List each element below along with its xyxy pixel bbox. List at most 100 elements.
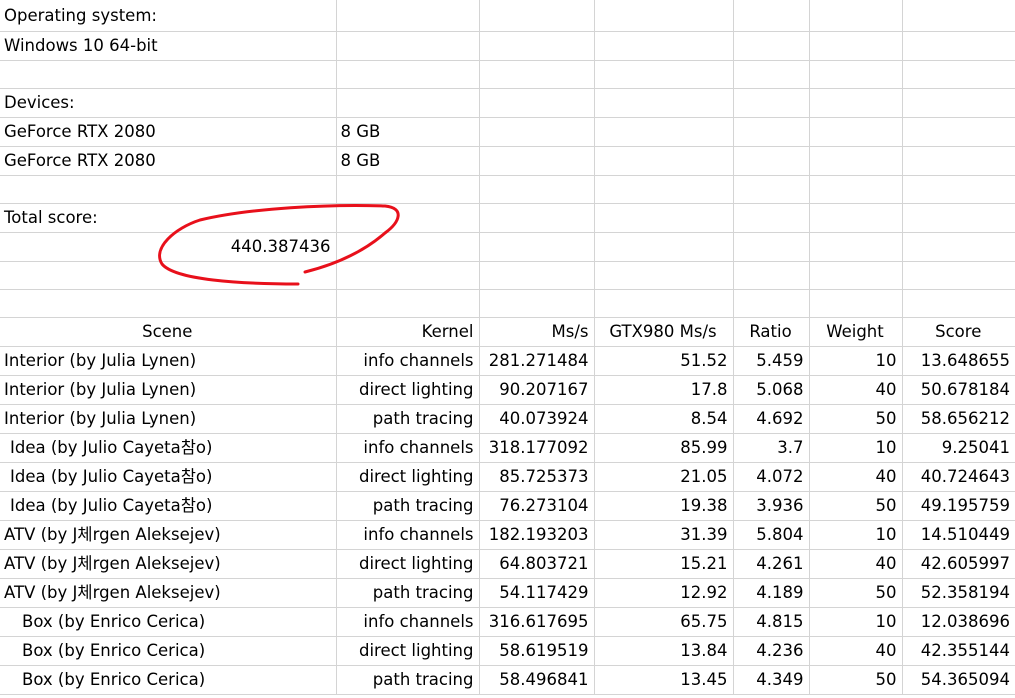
empty-cell[interactable] xyxy=(0,289,337,318)
empty-cell[interactable] xyxy=(594,203,734,233)
empty-cell[interactable] xyxy=(902,289,1015,318)
header-score[interactable]: Score xyxy=(902,317,1015,347)
empty-cell[interactable] xyxy=(0,175,337,204)
empty-cell[interactable] xyxy=(733,146,810,176)
empty-cell[interactable] xyxy=(336,31,480,61)
ms-cell[interactable]: 76.273104 xyxy=(479,491,595,521)
ratio-cell[interactable]: 4.692 xyxy=(733,404,810,434)
ratio-cell[interactable]: 4.189 xyxy=(733,578,810,608)
scene-cell[interactable]: ATV (by J체rgen Aleksejev) xyxy=(0,578,337,608)
score-cell[interactable]: 58.656212 xyxy=(902,404,1015,434)
kernel-cell[interactable]: path tracing xyxy=(336,491,480,521)
weight-cell[interactable]: 10 xyxy=(809,433,903,463)
kernel-cell[interactable]: direct lighting xyxy=(336,636,480,666)
empty-cell[interactable] xyxy=(733,203,810,233)
scene-cell[interactable]: Idea (by Julio Cayeta참o) xyxy=(0,433,337,463)
gtx980-cell[interactable]: 13.45 xyxy=(594,665,734,695)
scene-cell[interactable]: Box (by Enrico Cerica) xyxy=(0,665,337,695)
ms-cell[interactable]: 281.271484 xyxy=(479,346,595,376)
ms-cell[interactable]: 40.073924 xyxy=(479,404,595,434)
empty-cell[interactable] xyxy=(336,0,480,32)
ms-cell[interactable]: 318.177092 xyxy=(479,433,595,463)
empty-cell[interactable] xyxy=(809,289,903,318)
empty-cell[interactable] xyxy=(809,117,903,147)
empty-cell[interactable] xyxy=(733,0,810,32)
empty-cell[interactable] xyxy=(479,261,595,290)
empty-cell[interactable] xyxy=(902,232,1015,262)
empty-cell[interactable] xyxy=(336,232,480,262)
scene-cell[interactable]: Idea (by Julio Cayeta참o) xyxy=(0,491,337,521)
empty-cell[interactable] xyxy=(479,289,595,318)
score-cell[interactable]: 13.648655 xyxy=(902,346,1015,376)
ms-cell[interactable]: 58.496841 xyxy=(479,665,595,695)
empty-cell[interactable] xyxy=(902,88,1015,118)
ratio-cell[interactable]: 3.936 xyxy=(733,491,810,521)
empty-cell[interactable] xyxy=(733,175,810,204)
weight-cell[interactable]: 10 xyxy=(809,346,903,376)
weight-cell[interactable]: 10 xyxy=(809,520,903,550)
empty-cell[interactable] xyxy=(733,88,810,118)
header-scene[interactable]: Scene xyxy=(0,317,337,347)
header-weight[interactable]: Weight xyxy=(809,317,903,347)
kernel-cell[interactable]: path tracing xyxy=(336,404,480,434)
score-cell[interactable]: 50.678184 xyxy=(902,375,1015,405)
scene-cell[interactable]: Interior (by Julia Lynen) xyxy=(0,375,337,405)
empty-cell[interactable] xyxy=(594,289,734,318)
empty-cell[interactable] xyxy=(336,88,480,118)
score-cell[interactable]: 9.25041 xyxy=(902,433,1015,463)
empty-cell[interactable] xyxy=(594,0,734,32)
empty-cell[interactable] xyxy=(733,31,810,61)
gtx980-cell[interactable]: 85.99 xyxy=(594,433,734,463)
header-ms[interactable]: Ms/s xyxy=(479,317,595,347)
gtx980-cell[interactable]: 17.8 xyxy=(594,375,734,405)
os-label-cell[interactable]: Operating system: xyxy=(0,0,337,32)
ms-cell[interactable]: 90.207167 xyxy=(479,375,595,405)
empty-cell[interactable] xyxy=(479,60,595,89)
weight-cell[interactable]: 50 xyxy=(809,578,903,608)
empty-cell[interactable] xyxy=(902,0,1015,32)
scene-cell[interactable]: ATV (by J체rgen Aleksejev) xyxy=(0,549,337,579)
gtx980-cell[interactable]: 51.52 xyxy=(594,346,734,376)
empty-cell[interactable] xyxy=(479,88,595,118)
gtx980-cell[interactable]: 13.84 xyxy=(594,636,734,666)
gtx980-cell[interactable]: 12.92 xyxy=(594,578,734,608)
empty-cell[interactable] xyxy=(809,60,903,89)
os-value-cell[interactable]: Windows 10 64-bit xyxy=(0,31,337,61)
kernel-cell[interactable]: info channels xyxy=(336,520,480,550)
devices-label-cell[interactable]: Devices: xyxy=(0,88,337,118)
empty-cell[interactable] xyxy=(594,261,734,290)
scene-cell[interactable]: ATV (by J체rgen Aleksejev) xyxy=(0,520,337,550)
gtx980-cell[interactable]: 21.05 xyxy=(594,462,734,492)
empty-cell[interactable] xyxy=(809,0,903,32)
empty-cell[interactable] xyxy=(902,31,1015,61)
empty-cell[interactable] xyxy=(809,232,903,262)
empty-cell[interactable] xyxy=(594,146,734,176)
kernel-cell[interactable]: info channels xyxy=(336,433,480,463)
empty-cell[interactable] xyxy=(733,117,810,147)
empty-cell[interactable] xyxy=(809,261,903,290)
weight-cell[interactable]: 10 xyxy=(809,607,903,637)
header-ratio[interactable]: Ratio xyxy=(733,317,810,347)
gtx980-cell[interactable]: 65.75 xyxy=(594,607,734,637)
device-name-cell[interactable]: GeForce RTX 2080 xyxy=(0,146,337,176)
empty-cell[interactable] xyxy=(336,203,480,233)
empty-cell[interactable] xyxy=(594,88,734,118)
device-memory-cell[interactable]: 8 GB xyxy=(336,117,480,147)
empty-cell[interactable] xyxy=(733,261,810,290)
scene-cell[interactable]: Box (by Enrico Cerica) xyxy=(0,636,337,666)
score-cell[interactable]: 40.724643 xyxy=(902,462,1015,492)
gtx980-cell[interactable]: 8.54 xyxy=(594,404,734,434)
scene-cell[interactable]: Box (by Enrico Cerica) xyxy=(0,607,337,637)
score-cell[interactable]: 52.358194 xyxy=(902,578,1015,608)
ratio-cell[interactable]: 3.7 xyxy=(733,433,810,463)
empty-cell[interactable] xyxy=(336,289,480,318)
ms-cell[interactable]: 182.193203 xyxy=(479,520,595,550)
ms-cell[interactable]: 85.725373 xyxy=(479,462,595,492)
kernel-cell[interactable]: info channels xyxy=(336,346,480,376)
weight-cell[interactable]: 40 xyxy=(809,375,903,405)
empty-cell[interactable] xyxy=(479,31,595,61)
empty-cell[interactable] xyxy=(479,146,595,176)
scene-cell[interactable]: Interior (by Julia Lynen) xyxy=(0,346,337,376)
empty-cell[interactable] xyxy=(733,60,810,89)
empty-cell[interactable] xyxy=(809,31,903,61)
